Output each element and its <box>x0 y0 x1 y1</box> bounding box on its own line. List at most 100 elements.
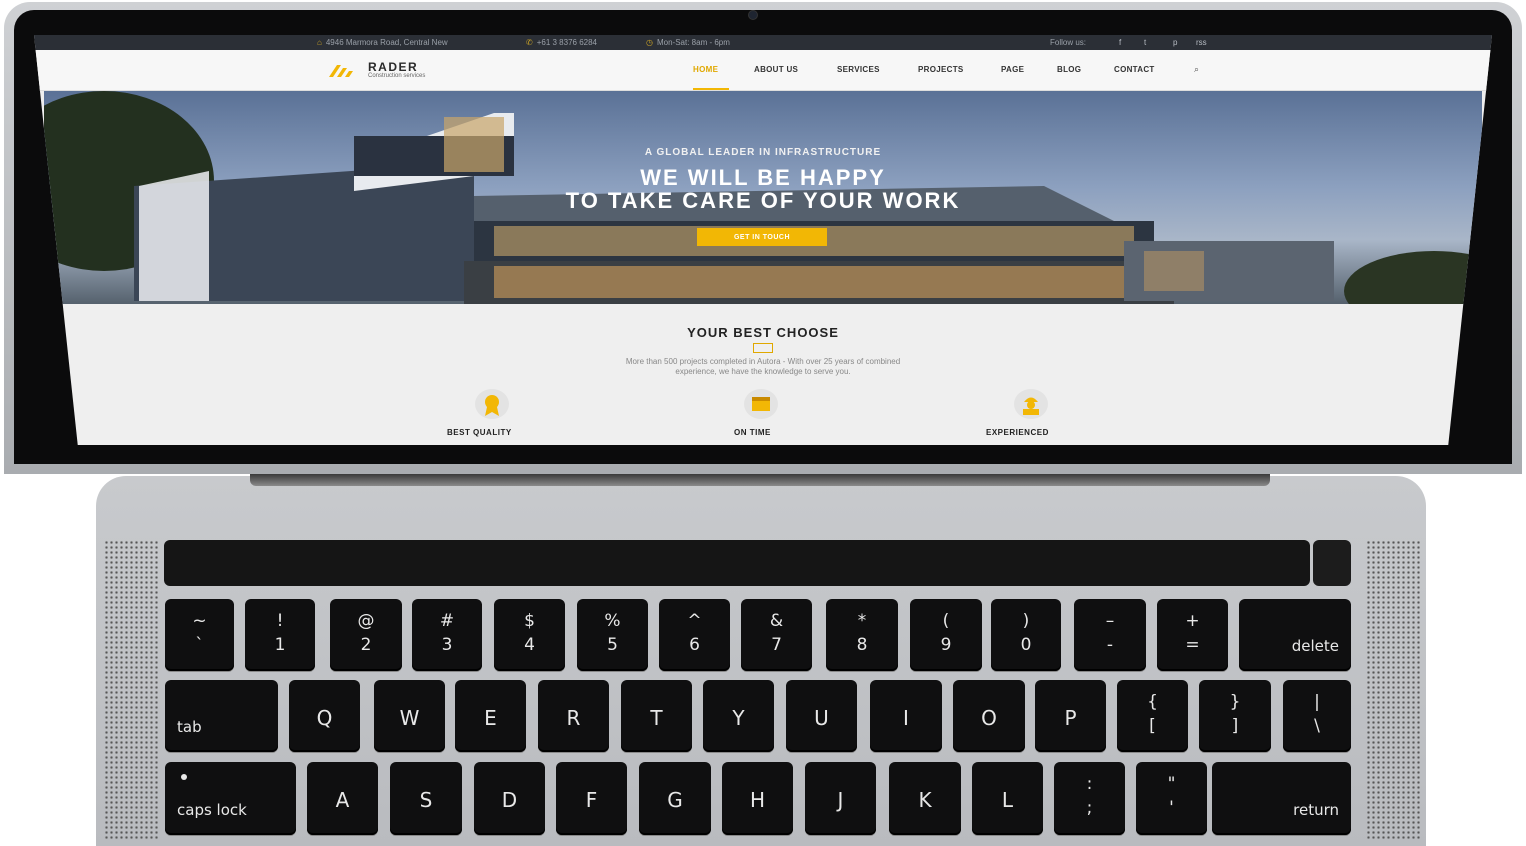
hours-item: ◷ Mon-Sat: 8am - 6pm <box>646 35 730 50</box>
key-label-bottom: 5 <box>607 635 618 655</box>
key-label: T <box>650 706 663 730</box>
key-k[interactable]: K <box>889 762 961 835</box>
key-i[interactable]: I <box>870 680 942 752</box>
key-3[interactable]: #3 <box>412 599 482 671</box>
key-label-bottom: 0 <box>1020 635 1032 655</box>
key-label-bottom: 6 <box>689 635 700 655</box>
key-5[interactable]: % 5 <box>577 599 648 671</box>
key-label: caps lock <box>177 801 247 819</box>
key-u[interactable]: U <box>786 680 857 752</box>
nav-page[interactable]: PAGE <box>1001 65 1024 74</box>
key-quote[interactable]: " ' <box>1136 762 1207 835</box>
section-desc-line2: experience, we have the knowledge to ser… <box>675 367 851 376</box>
key-7[interactable]: & 7 <box>741 599 812 671</box>
search-icon[interactable]: ⌕ <box>1194 64 1199 75</box>
key-semicolon[interactable]: :; <box>1054 762 1125 835</box>
laptop-screen: ⌂ 4946 Marmora Road, Central New ✆ +61 3 8… <box>34 35 1492 445</box>
key-tab[interactable]: tab <box>165 680 278 752</box>
nav-services[interactable]: SERVICES <box>837 65 880 74</box>
key-label: O <box>981 706 997 730</box>
key-r[interactable]: R <box>538 680 609 752</box>
nav-contact[interactable]: CONTACT <box>1114 65 1155 74</box>
key-label: W <box>399 706 420 730</box>
key-8[interactable]: * 8 <box>826 599 898 671</box>
key-right-bracket[interactable]: }] <box>1199 680 1271 752</box>
touch-bar[interactable] <box>164 540 1310 586</box>
key-l[interactable]: L <box>972 762 1043 835</box>
key-y[interactable]: Y <box>703 680 774 752</box>
key-label-top: % <box>604 611 621 631</box>
key-label: H <box>749 788 766 812</box>
key-6[interactable]: ^ 6 <box>659 599 730 671</box>
key-left-bracket[interactable]: {[ <box>1117 680 1188 752</box>
key-label-bottom: 3 <box>441 635 453 655</box>
key-j[interactable]: J <box>805 762 876 835</box>
key-label: return <box>1293 801 1339 819</box>
key-label-top: : <box>1086 774 1093 794</box>
key-label: F <box>585 788 598 812</box>
key-equals[interactable]: + = <box>1157 599 1228 671</box>
key-label-bottom: ' <box>1169 798 1174 818</box>
top-info-bar: ⌂ 4946 Marmora Road, Central New ✆ +61 3 8… <box>34 35 1492 50</box>
key-label-bottom: 7 <box>771 635 782 655</box>
hero-heading-line2: TO TAKE CARE OF YOUR WORK <box>565 188 961 213</box>
key-a[interactable]: A <box>307 762 378 835</box>
key-1[interactable]: ! 1 <box>245 599 315 671</box>
key-label-top: * <box>857 611 867 631</box>
key-label: R <box>566 706 581 730</box>
key-label-top: + <box>1185 611 1200 631</box>
key-q[interactable]: Q <box>289 680 360 752</box>
key-2[interactable]: @2 <box>330 599 402 671</box>
key-w[interactable]: W <box>374 680 445 752</box>
facebook-icon[interactable]: f <box>1119 35 1121 50</box>
camera-icon <box>748 10 758 20</box>
key-label: Q <box>316 706 333 730</box>
active-nav-indicator <box>693 88 729 90</box>
key-label: S <box>419 788 433 812</box>
key-label: A <box>335 788 350 812</box>
key-4[interactable]: $4 <box>494 599 565 671</box>
nav-home[interactable]: HOME <box>693 65 718 74</box>
feature-experienced: EXPERIENCED <box>986 428 1049 437</box>
key-p[interactable]: P <box>1035 680 1106 752</box>
feature-best-quality: BEST QUALITY <box>447 428 512 437</box>
key-s[interactable]: S <box>390 762 462 835</box>
key-label: K <box>918 788 932 812</box>
key-o[interactable]: O <box>953 680 1025 752</box>
key-label-top: @ <box>357 611 375 631</box>
key-label-bottom: 4 <box>524 635 535 655</box>
key-caps-lock[interactable]: caps lock <box>165 762 296 835</box>
key-e[interactable]: E <box>455 680 526 752</box>
nav-projects[interactable]: PROJECTS <box>918 65 964 74</box>
nav-blog[interactable]: BLOG <box>1057 65 1081 74</box>
pinterest-icon[interactable]: p <box>1173 35 1177 50</box>
key-return[interactable]: return <box>1212 762 1351 835</box>
key-t[interactable]: T <box>621 680 692 752</box>
key-label: U <box>814 706 829 730</box>
key-g[interactable]: G <box>639 762 711 835</box>
feature-on-time: ON TIME <box>734 428 771 437</box>
key-0[interactable]: ) 0 <box>991 599 1061 671</box>
brand-tagline: Construction services <box>368 73 426 79</box>
phone-icon: ✆ <box>526 38 533 47</box>
key-label-top: | <box>1314 692 1320 712</box>
address-text: 4946 Marmora Road, Central New <box>325 38 448 47</box>
brand-name[interactable]: RADER <box>368 60 418 74</box>
twitter-icon[interactable]: t <box>1144 35 1146 50</box>
key-label-top: } <box>1229 692 1241 712</box>
key-backslash[interactable]: | \ <box>1283 680 1351 752</box>
key-f[interactable]: F <box>556 762 627 835</box>
key-h[interactable]: H <box>722 762 793 835</box>
address-item: ⌂ 4946 Marmora Road, Central New <box>317 35 448 50</box>
rss-icon[interactable]: rss <box>1196 35 1207 50</box>
key-label: P <box>1064 706 1077 730</box>
key-minus[interactable]: – - <box>1074 599 1146 671</box>
key-9[interactable]: (9 <box>910 599 982 671</box>
nav-about-us[interactable]: ABOUT US <box>754 65 798 74</box>
key-delete[interactable]: delete <box>1239 599 1351 671</box>
key-backtick[interactable]: ~ ` <box>165 599 234 671</box>
touch-id-button[interactable] <box>1313 540 1351 586</box>
key-d[interactable]: D <box>474 762 545 835</box>
logo-icon[interactable] <box>327 61 357 79</box>
get-in-touch-button[interactable]: GET IN TOUCH <box>697 228 827 246</box>
